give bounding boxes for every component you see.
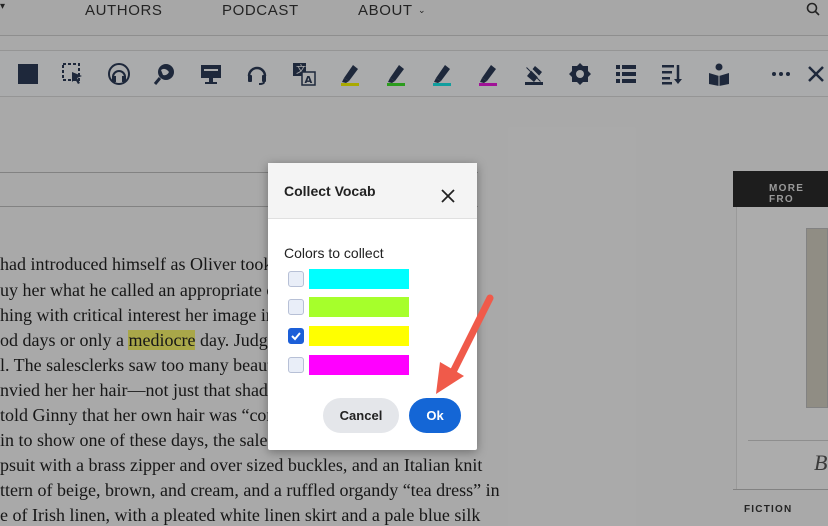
ok-button[interactable]: Ok <box>409 398 461 433</box>
cancel-button[interactable]: Cancel <box>323 398 399 433</box>
color-checkbox-yellow[interactable] <box>288 328 304 344</box>
color-swatch-yellow <box>309 326 409 346</box>
colors-label: Colors to collect <box>284 245 384 261</box>
color-swatch-magenta <box>309 355 409 375</box>
color-checkbox-green[interactable] <box>288 299 304 315</box>
dialog-title: Collect Vocab <box>284 183 376 199</box>
dialog-header: Collect Vocab <box>268 163 477 219</box>
color-swatch-cyan <box>309 269 409 289</box>
close-icon[interactable] <box>440 188 456 204</box>
checkmark-icon <box>291 332 301 341</box>
annotation-arrow-icon <box>436 294 494 394</box>
color-checkbox-cyan[interactable] <box>288 271 304 287</box>
color-checkbox-magenta[interactable] <box>288 357 304 373</box>
color-swatch-green <box>309 297 409 317</box>
